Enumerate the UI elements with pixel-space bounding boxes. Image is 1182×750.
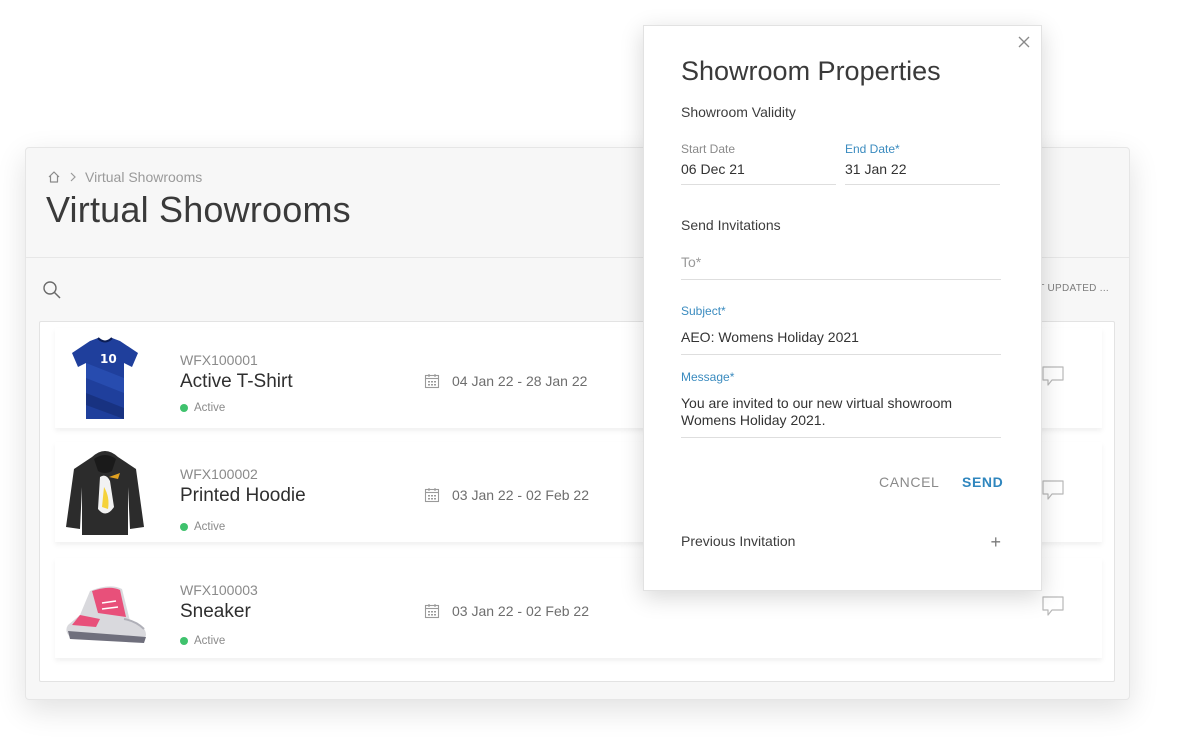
cancel-button[interactable]: CANCEL <box>879 474 939 490</box>
message-line-1: You are invited to our new virtual showr… <box>681 395 953 411</box>
status-text: Active <box>194 521 226 533</box>
subject-label: Subject* <box>681 304 726 318</box>
send-invitations-label: Send Invitations <box>681 217 781 233</box>
sneaker-image <box>66 586 146 643</box>
row-name: Active T-Shirt <box>180 371 293 392</box>
start-date-field[interactable]: Start Date 06 Dec 21 <box>681 142 836 185</box>
start-date-value: 06 Dec 21 <box>681 161 745 177</box>
status-dot <box>180 637 188 645</box>
modal-title: Showroom Properties <box>681 56 941 86</box>
to-placeholder: To* <box>681 254 702 270</box>
showroom-properties-modal: Showroom Properties Showroom Validity St… <box>643 25 1042 591</box>
to-field[interactable]: To* <box>681 254 1001 280</box>
breadcrumb-link-virtual-showrooms[interactable]: Virtual Showrooms <box>85 169 202 185</box>
message-label: Message* <box>681 370 735 384</box>
end-date-field[interactable]: End Date* 31 Jan 22 <box>845 142 1000 185</box>
home-icon[interactable] <box>47 170 61 184</box>
hoodie-image <box>66 451 144 535</box>
plus-icon[interactable]: + <box>990 533 1001 551</box>
row-name: Sneaker <box>180 601 251 622</box>
calendar-icon <box>424 488 440 503</box>
tshirt-image: 10 <box>72 337 138 419</box>
status-text: Active <box>194 635 226 647</box>
subject-value: AEO: Womens Holiday 2021 <box>681 329 859 345</box>
svg-text:10: 10 <box>100 352 117 366</box>
date-range-text: 04 Jan 22 - 28 Jan 22 <box>452 373 588 389</box>
row-code: WFX100001 <box>180 352 258 368</box>
message-line-2: Womens Holiday 2021. <box>681 412 826 428</box>
status-dot <box>180 523 188 531</box>
calendar-icon <box>424 374 440 389</box>
subject-field[interactable]: Subject* AEO: Womens Holiday 2021 <box>681 304 1001 355</box>
message-field[interactable]: Message* You are invited to our new virt… <box>681 370 1001 438</box>
date-range: 04 Jan 22 - 28 Jan 22 <box>424 373 587 389</box>
breadcrumb: Virtual Showrooms <box>47 169 202 185</box>
previous-invitation-label: Previous Invitation <box>681 533 796 549</box>
close-icon[interactable] <box>1017 35 1031 49</box>
row-name: Printed Hoodie <box>180 485 306 506</box>
send-button[interactable]: SEND <box>962 474 1003 490</box>
comment-icon[interactable] <box>1041 478 1065 502</box>
date-range: 03 Jan 22 - 02 Feb 22 <box>424 603 589 619</box>
showroom-validity-label: Showroom Validity <box>681 104 796 120</box>
end-date-value: 31 Jan 22 <box>845 161 907 177</box>
page-title: Virtual Showrooms <box>46 189 351 230</box>
status-text: Active <box>194 402 226 414</box>
row-code: WFX100002 <box>180 466 258 482</box>
start-date-label: Start Date <box>681 142 736 156</box>
end-date-label: End Date* <box>845 142 900 156</box>
calendar-icon <box>424 604 440 619</box>
date-range-text: 03 Jan 22 - 02 Feb 22 <box>452 487 589 503</box>
status-dot <box>180 404 188 412</box>
previous-invitation-toggle[interactable]: Previous Invitation + <box>681 533 1001 553</box>
row-code: WFX100003 <box>180 582 258 598</box>
status-badge: Active <box>180 521 225 533</box>
status-badge: Active <box>180 635 225 647</box>
search-icon[interactable] <box>42 280 62 300</box>
comment-icon[interactable] <box>1041 594 1065 618</box>
date-range: 03 Jan 22 - 02 Feb 22 <box>424 487 589 503</box>
status-badge: Active <box>180 402 225 414</box>
date-range-text: 03 Jan 22 - 02 Feb 22 <box>452 603 589 619</box>
comment-icon[interactable] <box>1041 364 1065 388</box>
sort-dropdown[interactable]: T UPDATED ... <box>1038 283 1109 294</box>
chevron-right-icon <box>70 172 76 182</box>
